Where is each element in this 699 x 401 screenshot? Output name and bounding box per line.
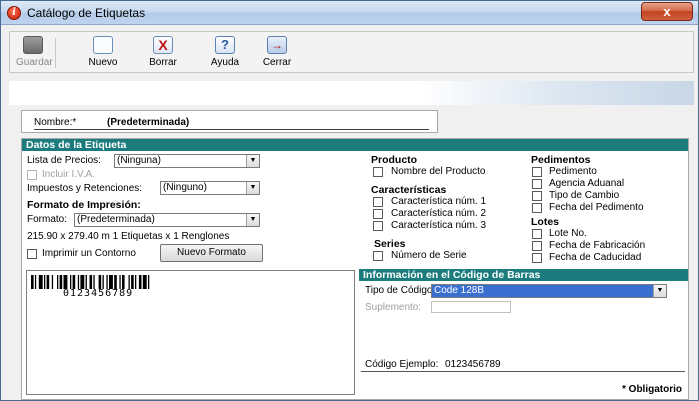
window-close-button[interactable]: x [641, 2, 693, 21]
characteristics-heading: Características [371, 184, 447, 196]
required-note: * Obligatorio [622, 384, 682, 395]
include-iva-label: Incluir I.V.A. [42, 169, 95, 180]
name-underline [34, 129, 429, 130]
print-format-heading: Formato de Impresión: [27, 199, 141, 211]
serial-number-checkbox[interactable] [373, 251, 383, 261]
expiry-date-checkbox[interactable] [532, 253, 542, 263]
toolbar-separator [55, 38, 56, 68]
code-type-value: Code 128B [434, 285, 485, 296]
close-button-label: Cerrar [262, 57, 292, 68]
outline-checkbox[interactable] [27, 249, 37, 259]
characteristic-1-label: Característica núm. 1 [391, 196, 487, 207]
window-title: Catálogo de Etiquetas [27, 6, 146, 20]
format-value: (Predeterminada) [77, 214, 155, 225]
exchange-rate-label: Tipo de Cambio [549, 190, 620, 201]
include-iva-checkbox[interactable] [27, 170, 37, 180]
barcode-image [31, 275, 150, 289]
pedimentos-heading: Pedimentos [531, 154, 591, 166]
code-example-value: 0123456789 [445, 359, 501, 370]
characteristic-3-label: Característica núm. 3 [391, 220, 487, 231]
pedimento-label: Pedimento [549, 166, 597, 177]
taxes-value: (Ninguno) [163, 182, 207, 193]
help-icon: ? [215, 36, 235, 54]
new-document-icon [93, 36, 113, 54]
price-list-label: Lista de Precios: [27, 155, 101, 166]
serial-number-label: Número de Serie [391, 250, 467, 261]
help-button-label: Ayuda [210, 57, 240, 68]
header-strip [9, 81, 694, 105]
pedimento-checkbox[interactable] [532, 167, 542, 177]
save-button[interactable]: Guardar [16, 34, 53, 72]
lot-number-checkbox[interactable] [532, 229, 542, 239]
characteristic-2-checkbox[interactable] [373, 209, 383, 219]
label-data-header: Datos de la Etiqueta [22, 139, 688, 151]
supplement-label: Suplemento: [365, 302, 422, 313]
characteristic-3-checkbox[interactable] [373, 221, 383, 231]
barcode-sample-text: 0123456789 [63, 288, 134, 299]
save-icon [23, 36, 43, 54]
app-logo-icon: i [7, 6, 21, 20]
label-data-panel: Datos de la Etiqueta Lista de Precios: (… [21, 138, 689, 400]
new-format-button[interactable]: Nuevo Formato [160, 244, 263, 262]
manufacture-date-label: Fecha de Fabricación [549, 240, 646, 251]
pedimento-date-checkbox[interactable] [532, 203, 542, 213]
lot-number-label: Lote No. [549, 228, 587, 239]
close-door-icon: → [267, 36, 287, 54]
new-button-label: Nuevo [88, 57, 118, 68]
name-field-box: Nombre:* (Predeterminada) [21, 110, 438, 133]
delete-button-label: Borrar [149, 57, 177, 68]
customs-agency-checkbox[interactable] [532, 179, 542, 189]
chevron-down-icon[interactable]: ▼ [246, 182, 259, 194]
name-input[interactable]: (Predeterminada) [107, 117, 189, 128]
help-button[interactable]: ? Ayuda [208, 34, 242, 72]
product-name-checkbox[interactable] [373, 167, 383, 177]
barcode-preview: 0123456789 [26, 270, 355, 395]
chevron-down-icon[interactable]: ▼ [246, 214, 259, 226]
format-label: Formato: [27, 214, 68, 225]
chevron-down-icon[interactable]: ▼ [653, 285, 666, 297]
expiry-date-label: Fecha de Caducidad [549, 252, 642, 263]
code-type-label: Tipo de Código: [365, 285, 436, 296]
format-select[interactable]: (Predeterminada) ▼ [74, 213, 260, 227]
toolbar: Guardar Nuevo X Borrar ? Ayuda → Cerrar [9, 31, 694, 73]
pedimento-date-label: Fecha del Pedimento [549, 202, 644, 213]
delete-button[interactable]: X Borrar [146, 34, 180, 72]
save-button-label: Guardar [16, 57, 53, 68]
series-heading: Series [374, 238, 406, 250]
outline-label: Imprimir un Contorno [42, 248, 136, 259]
name-label: Nombre:* [34, 117, 77, 128]
title-bar[interactable]: i Catálogo de Etiquetas x [1, 1, 698, 25]
product-heading: Producto [371, 154, 418, 166]
characteristic-2-label: Característica núm. 2 [391, 208, 487, 219]
price-list-value: (Ninguna) [117, 155, 161, 166]
customs-agency-label: Agencia Aduanal [549, 178, 625, 189]
characteristic-1-checkbox[interactable] [373, 197, 383, 207]
format-info-text: 215.90 x 279.40 m 1 Etiquetas x 1 Renglo… [27, 231, 230, 242]
code-example-label: Código Ejemplo: [365, 359, 439, 370]
supplement-input[interactable] [431, 301, 511, 313]
catalog-window: i Catálogo de Etiquetas x Guardar Nuevo … [0, 0, 699, 401]
taxes-label: Impuestos y Retenciones: [27, 183, 143, 194]
new-button[interactable]: Nuevo [86, 34, 120, 72]
barcode-info-header: Información en el Código de Barras [359, 269, 688, 281]
code-type-select[interactable]: Code 128B ▼ [431, 284, 667, 298]
chevron-down-icon[interactable]: ▼ [246, 155, 259, 167]
delete-icon: X [153, 36, 173, 54]
lots-heading: Lotes [531, 216, 560, 228]
close-button[interactable]: → Cerrar [260, 34, 294, 72]
exchange-rate-checkbox[interactable] [532, 191, 542, 201]
manufacture-date-checkbox[interactable] [532, 241, 542, 251]
code-example-underline [361, 371, 685, 372]
product-name-label: Nombre del Producto [391, 166, 486, 177]
taxes-select[interactable]: (Ninguno) ▼ [160, 181, 260, 195]
price-list-select[interactable]: (Ninguna) ▼ [114, 154, 260, 168]
